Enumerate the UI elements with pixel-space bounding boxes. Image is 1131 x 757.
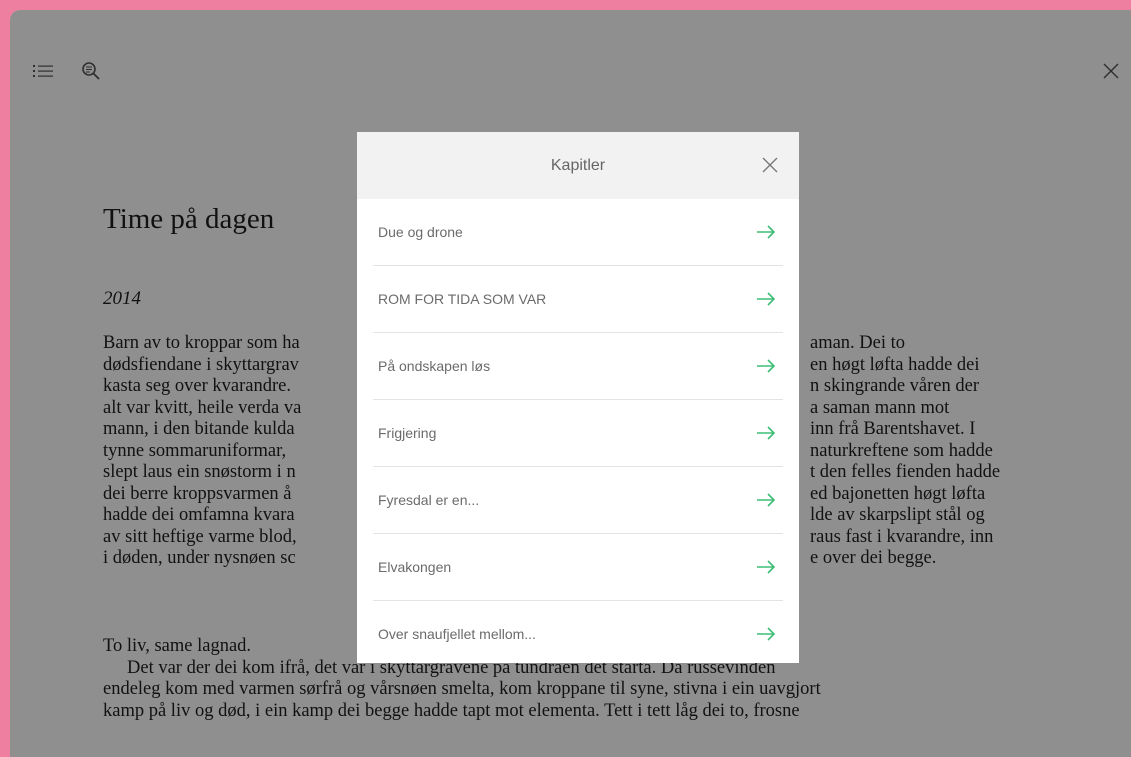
chapter-item[interactable]: Due og drone — [373, 199, 783, 266]
reader-window: Time på dagen 2014 Barn av to kroppar so… — [10, 10, 1131, 757]
chapter-item[interactable]: Fyresdal er en... — [373, 467, 783, 534]
arrow-right-icon — [756, 425, 778, 441]
chapter-item[interactable]: Elvakongen — [373, 534, 783, 601]
chapter-item[interactable]: Over snaufjellet mellom... — [373, 601, 783, 667]
arrow-right-icon — [756, 224, 778, 240]
arrow-right-icon — [756, 626, 778, 642]
chapters-dialog: Kapitler Due og drone ROM FOR TIDA SOM V… — [357, 132, 799, 663]
chapter-list: Due og drone ROM FOR TIDA SOM VAR På ond… — [357, 199, 799, 667]
arrow-right-icon — [756, 492, 778, 508]
chapter-item[interactable]: På ondskapen løs — [373, 333, 783, 400]
chapter-item[interactable]: Frigjering — [373, 400, 783, 467]
chapter-item[interactable]: ROM FOR TIDA SOM VAR — [373, 266, 783, 333]
chapter-label: Frigjering — [378, 425, 437, 441]
close-icon[interactable] — [759, 154, 781, 176]
chapter-label: Due og drone — [378, 224, 463, 240]
arrow-right-icon — [756, 291, 778, 307]
chapter-label: Over snaufjellet mellom... — [378, 626, 536, 642]
chapter-label: ROM FOR TIDA SOM VAR — [378, 291, 547, 307]
chapter-label: Elvakongen — [378, 559, 452, 575]
arrow-right-icon — [756, 358, 778, 374]
dialog-header: Kapitler — [357, 132, 799, 199]
chapter-label: Fyresdal er en... — [378, 492, 480, 508]
arrow-right-icon — [756, 559, 778, 575]
chapter-label: På ondskapen løs — [378, 358, 491, 374]
dialog-title: Kapitler — [550, 156, 606, 174]
